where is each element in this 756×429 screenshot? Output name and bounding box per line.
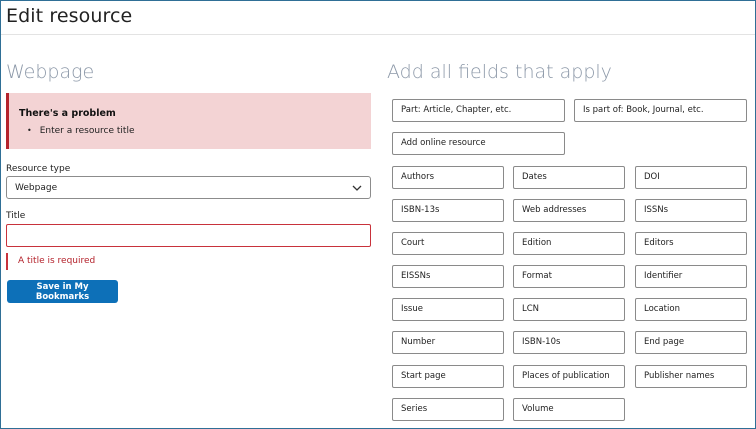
is-part-of-button[interactable]: Is part of: Book, Journal, etc.	[574, 99, 747, 122]
field-button-editors[interactable]: Editors	[635, 232, 747, 255]
error-summary-heading: There's a problem	[19, 108, 116, 119]
error-summary: There's a problem Enter a resource title	[6, 93, 371, 149]
field-button-series[interactable]: Series	[392, 398, 504, 421]
field-button-court[interactable]: Court	[392, 232, 504, 255]
field-button-volume[interactable]: Volume	[513, 398, 625, 421]
field-button-isbn-10s[interactable]: ISBN-10s	[513, 331, 625, 354]
resource-type-select[interactable]: Webpage	[6, 176, 371, 199]
part-button[interactable]: Part: Article, Chapter, etc.	[392, 99, 565, 122]
resource-type-label: Resource type	[6, 164, 71, 174]
field-button-number[interactable]: Number	[392, 331, 504, 354]
field-button-authors[interactable]: Authors	[392, 166, 504, 189]
field-button-start-page[interactable]: Start page	[392, 365, 504, 388]
chevron-down-icon	[352, 185, 362, 191]
field-button-issue[interactable]: Issue	[392, 298, 504, 321]
field-button-publisher-names[interactable]: Publisher names	[635, 365, 747, 388]
field-button-lcn[interactable]: LCN	[513, 298, 625, 321]
field-button-web-addresses[interactable]: Web addresses	[513, 199, 625, 222]
field-button-eissns[interactable]: EISSNs	[392, 265, 504, 288]
save-in-bookmarks-button[interactable]: Save in My Bookmarks	[7, 280, 118, 303]
error-summary-link[interactable]: Enter a resource title	[27, 126, 135, 136]
field-button-issns[interactable]: ISSNs	[635, 199, 747, 222]
field-button-doi[interactable]: DOI	[635, 166, 747, 189]
resource-type-value: Webpage	[15, 183, 58, 193]
field-button-edition[interactable]: Edition	[513, 232, 625, 255]
title-error-message: A title is required	[6, 253, 95, 270]
field-button-isbn-13s[interactable]: ISBN-13s	[392, 199, 504, 222]
error-summary-list: Enter a resource title	[27, 126, 135, 136]
title-label: Title	[6, 211, 26, 221]
title-input[interactable]	[6, 224, 371, 247]
add-fields-heading: Add all fields that apply	[387, 61, 612, 83]
field-button-end-page[interactable]: End page	[635, 331, 747, 354]
field-button-places-of-publication[interactable]: Places of publication	[513, 365, 625, 388]
field-button-format[interactable]: Format	[513, 265, 625, 288]
field-button-identifier[interactable]: Identifier	[635, 265, 747, 288]
field-button-location[interactable]: Location	[635, 298, 747, 321]
field-button-dates[interactable]: Dates	[513, 166, 625, 189]
add-online-resource-button[interactable]: Add online resource	[392, 132, 565, 155]
page-title: Edit resource	[6, 5, 133, 27]
resource-type-heading: Webpage	[6, 61, 95, 83]
header-divider	[1, 34, 755, 35]
